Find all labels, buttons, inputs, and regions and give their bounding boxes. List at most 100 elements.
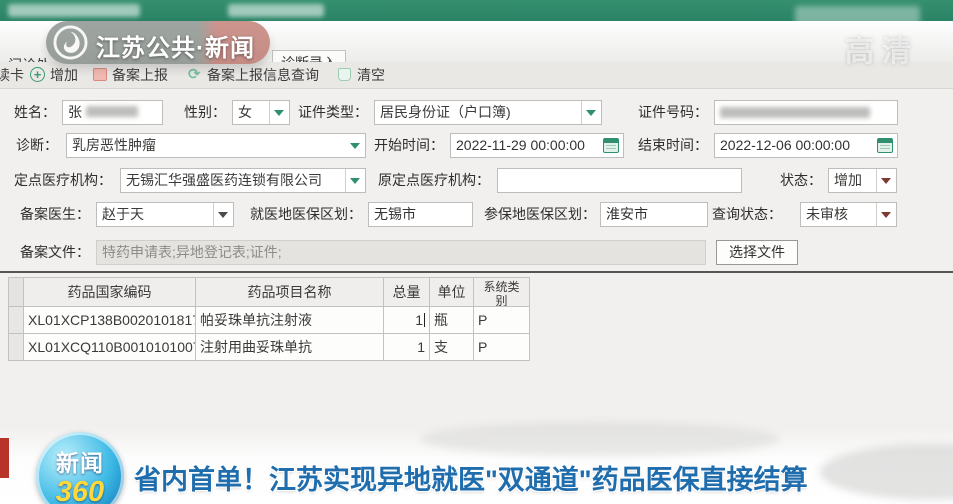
cell-qty: 1 — [384, 334, 430, 361]
start-time-label: 开始时间： — [340, 133, 444, 158]
treat-region-value: 无锡市 — [374, 206, 416, 222]
banner-swoosh — [820, 444, 953, 500]
banner-red-strip — [0, 438, 9, 478]
news-headline: 省内首单！江苏实现异地就医"双通道"药品医保直接结算 — [134, 458, 808, 497]
table-row[interactable]: XL01XCQ110B001010100723注射用曲妥珠单抗1支P — [8, 334, 530, 361]
cell-code: XL01XCQ110B001010100723 — [24, 334, 196, 361]
add-button[interactable]: 增加 — [50, 67, 78, 83]
table-row[interactable]: XL01XCP138B002010181735帕妥珠单抗注射液1瓶P — [8, 307, 530, 334]
status-label: 状态： — [740, 168, 822, 193]
dropdown-arrow-box[interactable] — [876, 169, 896, 192]
chevron-down-icon — [218, 212, 228, 218]
refresh-icon: ⟳ — [188, 65, 201, 83]
end-time-value: 2022-12-06 00:00:00 — [720, 137, 850, 153]
report-query-button[interactable]: 备案上报信息查询 — [207, 67, 319, 83]
cell-sys: P — [474, 334, 530, 361]
cert-type-value: 居民身份证（户口簿) — [380, 101, 579, 124]
insured-region-label: 参保地医保区划： — [470, 202, 596, 227]
orig-hospital-input[interactable] — [497, 168, 742, 193]
cell-code: XL01XCP138B002010181735 — [24, 307, 196, 334]
files-value: 特药申请表;异地登记表;证件; — [102, 244, 282, 260]
channel-watermark-text: 江苏公共·新闻 — [96, 28, 255, 63]
query-status-select[interactable]: 未审核 — [800, 202, 897, 227]
query-status-value: 未审核 — [806, 203, 874, 226]
chevron-down-icon — [881, 212, 891, 218]
plus-icon: + — [30, 67, 45, 82]
query-status-label: 查询状态： — [700, 202, 782, 227]
drug-table: 药品国家编码 药品项目名称 总量 单位 系统类别 XL01XCP138B0020… — [8, 277, 530, 361]
program-logo-text: 新闻 — [36, 444, 124, 478]
cert-no-input[interactable] — [714, 100, 898, 125]
insured-region-input[interactable]: 淮安市 — [600, 202, 708, 227]
news-banner: 新闻 360 省内首单！江苏实现异地就医"双通道"药品医保直接结算 — [0, 430, 953, 504]
hospital-select[interactable]: 无锡汇华强盛医药连锁有限公司 — [120, 168, 366, 193]
diagnosis-select[interactable]: 乳房恶性肿瘤 — [66, 133, 366, 158]
orig-hospital-label: 原定点医疗机构： — [360, 168, 490, 193]
cell-sys: P — [474, 307, 530, 334]
end-time-input[interactable]: 2022-12-06 00:00:00 — [714, 133, 898, 158]
cell-name: 注射用曲妥珠单抗 — [196, 334, 384, 361]
chevron-down-icon — [350, 178, 360, 184]
cell-unit: 瓶 — [430, 307, 474, 334]
clear-button[interactable]: 清空 — [357, 67, 385, 83]
diagnosis-value: 乳房恶性肿瘤 — [72, 134, 343, 157]
header-name: 药品项目名称 — [196, 277, 384, 307]
blurred-menu-text — [8, 4, 140, 17]
cell-sel — [8, 334, 24, 361]
choose-file-button[interactable]: 选择文件 — [716, 240, 798, 265]
gender-label: 性别： — [140, 100, 226, 125]
header-unit: 单位 — [430, 277, 474, 307]
cell-unit: 支 — [430, 334, 474, 361]
panel-divider — [0, 271, 953, 273]
doctor-select[interactable]: 赵于天 — [96, 202, 234, 227]
files-label: 备案文件： — [0, 240, 90, 265]
header-selector — [8, 277, 24, 307]
name-label: 姓名： — [0, 100, 56, 125]
dropdown-arrow-box[interactable] — [876, 203, 896, 226]
text-cursor — [424, 313, 425, 327]
cell-sel — [8, 307, 24, 334]
drug-table-body: XL01XCP138B002010181735帕妥珠单抗注射液1瓶PXL01XC… — [8, 307, 530, 361]
header-code: 药品国家编码 — [24, 277, 196, 307]
header-qty: 总量 — [384, 277, 430, 307]
drug-table-header: 药品国家编码 药品项目名称 总量 单位 系统类别 — [8, 277, 530, 307]
treat-region-label: 就医地医保区划： — [238, 202, 362, 227]
clear-icon — [338, 68, 351, 81]
toolbar: 读卡 + 增加 备案上报 ⟳ 备案上报信息查询 清空 — [0, 62, 953, 89]
hospital-value: 无锡汇华强盛医药连锁有限公司 — [126, 169, 343, 192]
diagnosis-label: 诊断： — [0, 133, 58, 158]
channel-logo-icon — [53, 25, 88, 60]
gender-value: 女 — [238, 101, 267, 124]
cert-no-label: 证件号码： — [560, 100, 708, 125]
status-value: 增加 — [834, 169, 874, 192]
read-card-button[interactable]: 读卡 — [0, 67, 24, 83]
end-time-label: 结束时间： — [600, 133, 708, 158]
files-input[interactable]: 特药申请表;异地登记表;证件; — [96, 240, 706, 265]
doctor-value: 赵于天 — [102, 203, 211, 226]
channel-watermark: 江苏公共·新闻 — [46, 21, 270, 64]
redacted-cert-no — [720, 107, 870, 118]
report-button[interactable]: 备案上报 — [112, 67, 168, 83]
cell-qty: 1 — [384, 307, 430, 334]
report-icon — [93, 68, 107, 81]
program-logo-number: 360 — [36, 476, 124, 504]
treat-region-input[interactable]: 无锡市 — [368, 202, 473, 227]
start-time-value: 2022-11-29 00:00:00 — [456, 137, 585, 153]
redacted-name — [86, 106, 138, 117]
start-time-input[interactable]: 2022-11-29 00:00:00 — [450, 133, 624, 158]
hospital-label: 定点医疗机构： — [0, 168, 112, 193]
name-value: 张 — [68, 104, 82, 120]
header-sys: 系统类别 — [474, 277, 530, 307]
cert-type-label: 证件类型： — [270, 100, 368, 125]
blurred-menu-text — [228, 4, 324, 17]
dropdown-arrow-box[interactable] — [213, 203, 233, 226]
status-select[interactable]: 增加 — [828, 168, 897, 193]
banner-swoosh — [420, 422, 780, 456]
program-logo: 新闻 360 — [36, 432, 124, 504]
cell-name: 帕妥珠单抗注射液 — [196, 307, 384, 334]
chevron-down-icon — [881, 178, 891, 184]
hd-watermark: 高清 — [845, 28, 919, 70]
insured-region-value: 淮安市 — [606, 206, 648, 222]
doctor-label: 备案医生： — [0, 202, 90, 227]
calendar-icon[interactable] — [877, 138, 893, 153]
